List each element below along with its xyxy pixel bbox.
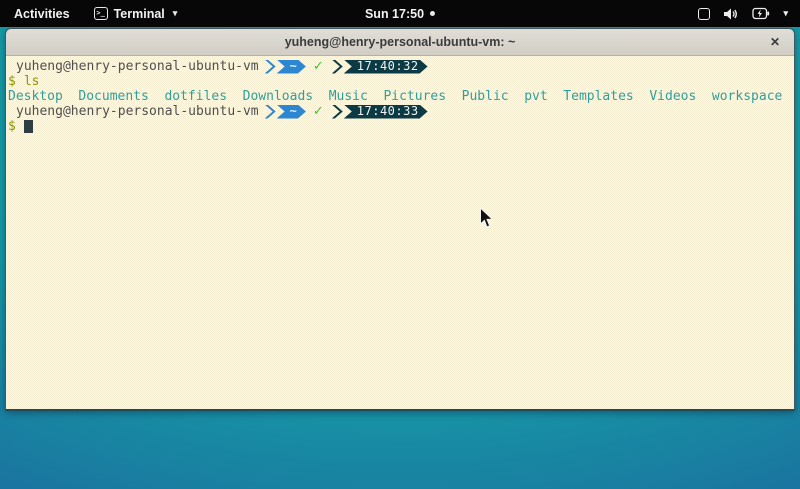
terminal-window: yuheng@henry-personal-ubuntu-vm: ~ ✕ yuh…	[5, 28, 795, 411]
directory-name: Music	[329, 89, 368, 104]
directory-name: Downloads	[243, 89, 313, 104]
input-line: $	[8, 119, 792, 134]
chevron-down-icon: ▾	[173, 8, 178, 19]
battery-charging-icon	[752, 7, 770, 20]
notification-dot-icon	[430, 11, 435, 16]
window-titlebar[interactable]: yuheng@henry-personal-ubuntu-vm: ~ ✕	[6, 29, 794, 56]
directory-name: Public	[462, 89, 509, 104]
directory-name: Videos	[649, 89, 696, 104]
terminal-icon: >_	[94, 7, 108, 20]
terminal-output: yuheng@henry-personal-ubuntu-vm ~ ✓ 17:4…	[8, 59, 792, 134]
prompt-user: yuheng@henry-personal-ubuntu-vm	[8, 104, 259, 119]
ls-output-line: Desktop Documents dotfiles Downloads Mus…	[8, 89, 792, 104]
prompt-symbol: $	[8, 119, 16, 134]
prompt-user: yuheng@henry-personal-ubuntu-vm	[8, 59, 259, 74]
powerline-chevron-icon	[332, 105, 343, 119]
activities-label: Activities	[14, 7, 70, 21]
close-icon[interactable]: ✕	[770, 36, 780, 48]
prompt-time-segment: 17:40:33	[344, 105, 428, 119]
directory-name: Pictures	[383, 89, 446, 104]
directory-name: Templates	[563, 89, 633, 104]
check-icon: ✓	[313, 59, 324, 74]
volume-icon	[723, 7, 739, 21]
prompt-symbol: $	[8, 74, 16, 89]
prompt-time-segment: 17:40:32	[344, 60, 428, 74]
chevron-down-icon: ▾	[783, 8, 788, 19]
check-icon: ✓	[313, 104, 324, 119]
prompt-path-segment: ~	[277, 105, 306, 119]
text-cursor	[24, 120, 33, 133]
command-text: ls	[24, 74, 40, 89]
prompt-path-segment: ~	[277, 60, 306, 74]
directory-name: workspace	[712, 89, 782, 104]
clock-button[interactable]: Sun 17:50	[365, 0, 435, 27]
clock-label: Sun 17:50	[365, 7, 424, 21]
system-status-menu[interactable]: ▾	[686, 0, 800, 27]
app-menu-label: Terminal	[114, 7, 165, 21]
app-menu-terminal[interactable]: >_ Terminal ▾	[84, 0, 188, 27]
tray-square-icon	[698, 8, 710, 20]
directory-name: dotfiles	[164, 89, 227, 104]
prompt-line-2: yuheng@henry-personal-ubuntu-vm ~ ✓ 17:4…	[8, 104, 792, 119]
prompt-line-1: yuheng@henry-personal-ubuntu-vm ~ ✓ 17:4…	[8, 59, 792, 74]
terminal-screen[interactable]: yuheng@henry-personal-ubuntu-vm ~ ✓ 17:4…	[6, 56, 794, 409]
directory-name: pvt	[524, 89, 547, 104]
window-title: yuheng@henry-personal-ubuntu-vm: ~	[285, 35, 516, 49]
powerline-chevron-icon	[265, 105, 276, 119]
directory-name: Documents	[78, 89, 148, 104]
directory-name: Desktop	[8, 89, 63, 104]
powerline-chevron-icon	[332, 60, 343, 74]
powerline-chevron-icon	[265, 60, 276, 74]
activities-button[interactable]: Activities	[0, 0, 84, 27]
command-line: $ ls	[8, 74, 792, 89]
top-bar: Activities >_ Terminal ▾ Sun 17:50 ▾	[0, 0, 800, 27]
